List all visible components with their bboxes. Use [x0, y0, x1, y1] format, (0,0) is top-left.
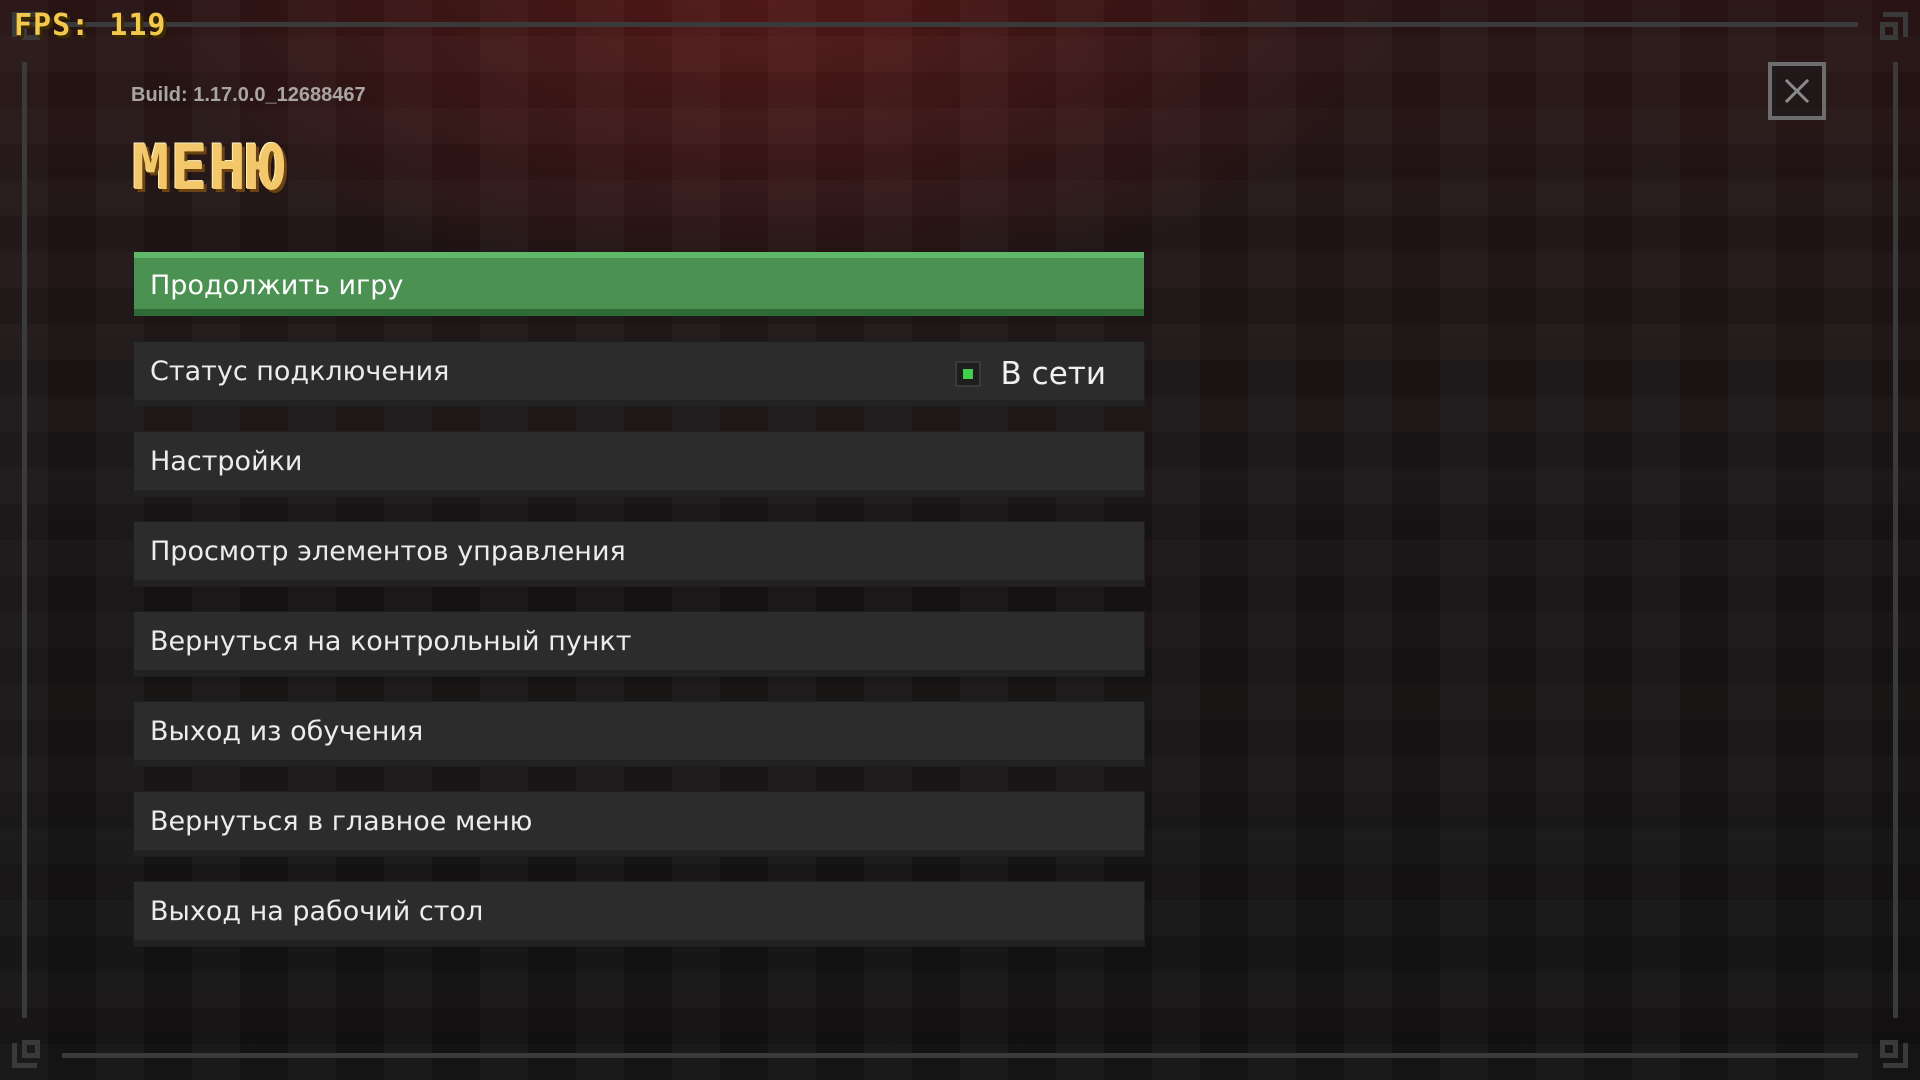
- exit-tutorial-button[interactable]: Выход из обучения: [134, 702, 1144, 766]
- connection-status: В сети: [954, 342, 1106, 406]
- menu-item-label: Выход на рабочий стол: [150, 895, 484, 927]
- frame-edge-right: [1893, 62, 1898, 1018]
- return-to-checkpoint-button[interactable]: Вернуться на контрольный пункт: [134, 612, 1144, 676]
- settings-button[interactable]: Настройки: [134, 432, 1144, 496]
- menu-item-label: Вернуться в главное меню: [150, 805, 533, 837]
- menu-item-label: Просмотр элементов управления: [150, 535, 626, 567]
- exit-to-desktop-button[interactable]: Выход на рабочий стол: [134, 882, 1144, 946]
- return-to-main-menu-button[interactable]: Вернуться в главное меню: [134, 792, 1144, 856]
- close-icon: [1784, 78, 1810, 104]
- connection-status-button[interactable]: Статус подключения В сети: [134, 342, 1144, 406]
- frame-edge-top: [62, 22, 1858, 27]
- status-indicator: [962, 369, 973, 379]
- close-button[interactable]: [1768, 62, 1826, 120]
- frame-edge-left: [22, 62, 27, 1018]
- menu-item-label: Статус подключения: [150, 355, 450, 387]
- frame-corner-bottom-right: [1868, 1028, 1908, 1068]
- frame-corner-bottom-left: [12, 1028, 52, 1068]
- menu-item-label: Вернуться на контрольный пункт: [150, 625, 632, 657]
- frame-edge-bottom: [62, 1053, 1858, 1058]
- page-title: МЕНЮ: [132, 131, 286, 204]
- menu-item-label: Настройки: [150, 445, 303, 477]
- menu-item-label: Продолжить игру: [150, 269, 404, 301]
- fps-counter: FPS: 119: [14, 8, 167, 43]
- build-version: Build: 1.17.0.0_12688467: [131, 84, 366, 106]
- pause-menu: Продолжить игру Статус подключения В сет…: [134, 252, 1144, 972]
- frame-corner-top-right: [1868, 12, 1908, 52]
- view-controls-button[interactable]: Просмотр элементов управления: [134, 522, 1144, 586]
- menu-item-label: Выход из обучения: [150, 715, 424, 747]
- status-text: В сети: [1000, 356, 1106, 392]
- online-status-icon: [954, 361, 981, 387]
- resume-game-button[interactable]: Продолжить игру: [134, 252, 1144, 316]
